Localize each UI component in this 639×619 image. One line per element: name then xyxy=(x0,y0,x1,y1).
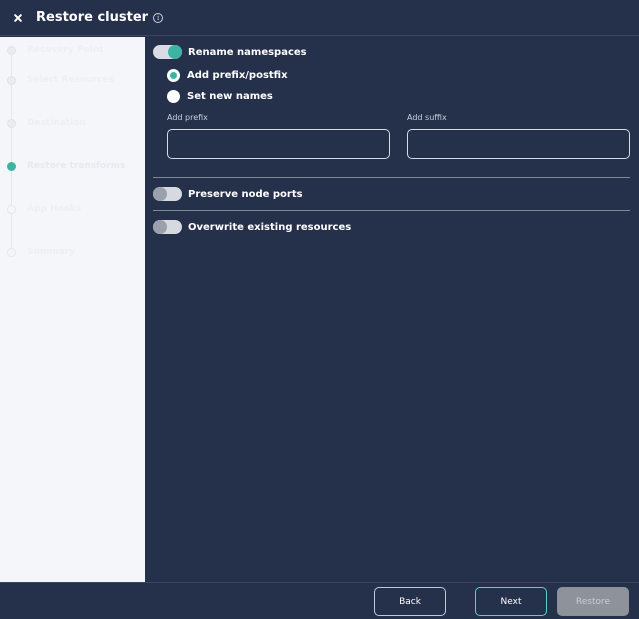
close-icon[interactable] xyxy=(12,12,24,24)
wizard-step-app-hooks[interactable]: App Hooks xyxy=(7,202,81,216)
prefix-field-label: Add prefix xyxy=(167,113,208,122)
step-label: Summary xyxy=(27,247,76,257)
overwrite-existing-row: Overwrite existing resources xyxy=(153,219,351,235)
toggle-knob xyxy=(153,187,167,201)
rename-namespaces-toggle[interactable] xyxy=(153,45,182,59)
wizard-step-destination[interactable]: Destination xyxy=(7,116,86,130)
overwrite-existing-label: Overwrite existing resources xyxy=(188,221,352,233)
toggle-knob xyxy=(153,220,167,234)
step-done-icon xyxy=(7,45,16,55)
restore-transforms-panel: Rename namespaces Add prefix/postfix Set… xyxy=(145,37,639,582)
step-label: App Hooks xyxy=(27,204,82,214)
radio-add-prefix-postfix[interactable]: Add prefix/postfix xyxy=(167,67,288,83)
step-pending-icon xyxy=(7,247,16,257)
section-divider xyxy=(153,177,630,178)
wizard-step-summary[interactable]: Summary xyxy=(7,245,75,259)
restore-button[interactable]: Restore xyxy=(557,587,629,616)
dialog-footer: Back Next Restore xyxy=(0,582,639,619)
info-icon[interactable]: i xyxy=(153,12,164,23)
step-label: Recovery Point xyxy=(27,45,104,55)
suffix-field-label: Add suffix xyxy=(407,113,447,122)
wizard-steps-sidebar: Recovery Point Select Resources Destinat… xyxy=(0,37,145,582)
step-active-icon xyxy=(7,161,16,171)
preserve-node-ports-label: Preserve node ports xyxy=(188,188,303,200)
step-label: Select Resources xyxy=(27,75,114,85)
wizard-step-recovery-point[interactable]: Recovery Point xyxy=(7,43,104,57)
step-done-icon xyxy=(7,75,16,85)
back-button[interactable]: Back xyxy=(374,587,446,616)
dialog-title: Restore cluster xyxy=(36,10,149,25)
toggle-knob xyxy=(168,45,182,59)
radio-unchecked-icon[interactable] xyxy=(167,89,180,103)
wizard-step-select-resources[interactable]: Select Resources xyxy=(7,73,114,87)
wizard-step-restore-transforms[interactable]: Restore transforms xyxy=(7,159,125,173)
preserve-node-ports-toggle[interactable] xyxy=(153,187,182,201)
preserve-node-ports-row: Preserve node ports xyxy=(153,186,303,202)
section-divider xyxy=(153,210,630,211)
rename-namespaces-row: Rename namespaces xyxy=(153,44,307,60)
step-pending-icon xyxy=(7,204,16,214)
radio-label: Add prefix/postfix xyxy=(187,69,288,81)
dialog-header: Restore cluster i xyxy=(0,0,639,36)
step-label: Restore transforms xyxy=(27,161,126,171)
step-label: Destination xyxy=(27,118,86,128)
radio-label: Set new names xyxy=(187,90,273,102)
rename-namespaces-label: Rename namespaces xyxy=(188,46,307,58)
radio-set-new-names[interactable]: Set new names xyxy=(167,88,273,104)
prefix-input[interactable] xyxy=(167,129,390,159)
overwrite-existing-toggle[interactable] xyxy=(153,220,182,234)
suffix-input[interactable] xyxy=(407,129,630,159)
step-done-icon xyxy=(7,118,16,128)
radio-checked-icon[interactable] xyxy=(167,68,180,82)
next-button[interactable]: Next xyxy=(475,587,547,616)
